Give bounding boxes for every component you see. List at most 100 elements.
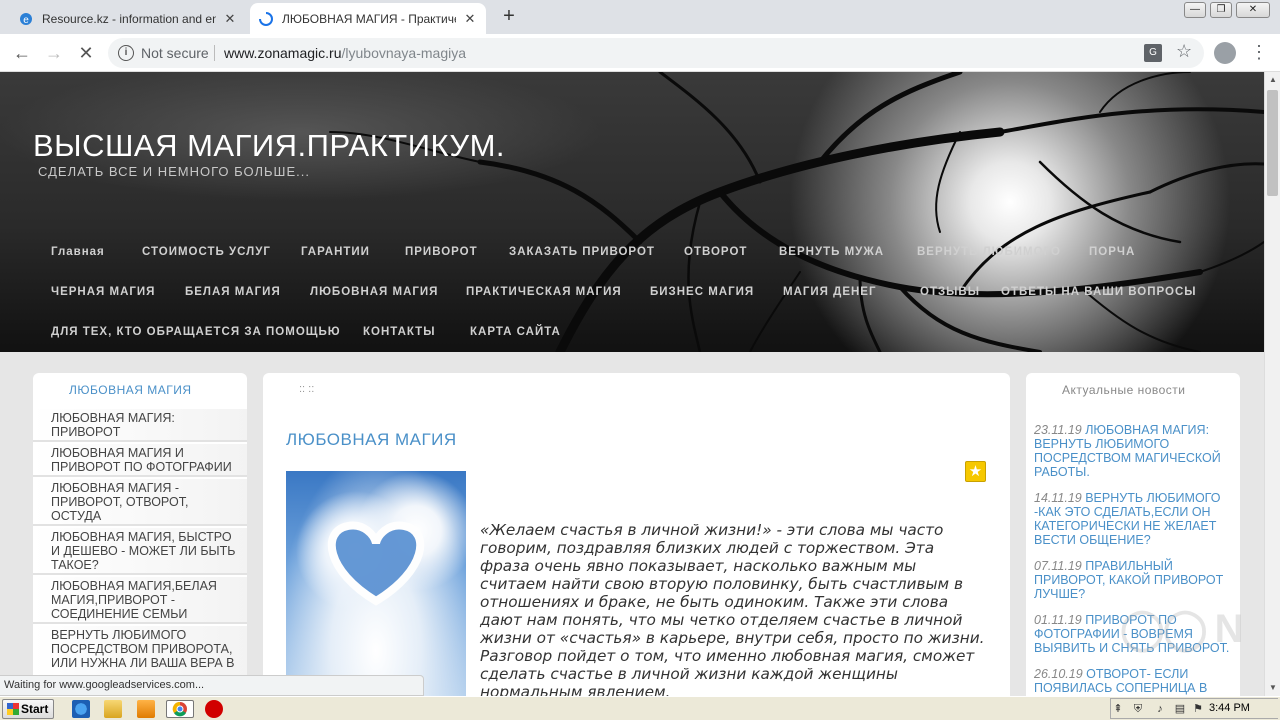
menu-otvorot[interactable]: ОТВОРОТ <box>684 246 747 258</box>
sidebar-link[interactable]: ЛЮБОВНАЯ МАГИЯ - ПРИВОРОТ, ОТВОРОТ, ОСТУ… <box>33 479 247 526</box>
favorite-star-icon[interactable]: ★ <box>965 461 986 482</box>
menu-practical-magic[interactable]: ПРАКТИЧЕСКАЯ МАГИЯ <box>466 286 622 298</box>
url-text[interactable]: www.zonamagic.ru/lyubovnaya-magiya <box>224 45 466 61</box>
news-item[interactable]: 14.11.19 ВЕРНУТЬ ЛЮБИМОГО -КАК ЭТО СДЕЛА… <box>1034 491 1234 547</box>
new-tab-button[interactable]: + <box>498 6 520 28</box>
sidebar-link[interactable]: ЛЮБОВНАЯ МАГИЯ, БЫСТРО И ДЕШЕВО - МОЖЕТ … <box>33 528 247 575</box>
back-arrow-icon[interactable]: ← <box>10 41 34 65</box>
stop-loading-icon[interactable]: ✕ <box>74 41 98 65</box>
watermark-logo: ◯◯ N <box>1120 607 1244 651</box>
volume-icon[interactable]: ♪ <box>1153 702 1167 716</box>
browser-toolbar: ← → ✕ i Not secure www.zonamagic.ru/lyub… <box>0 34 1280 72</box>
menu-sitemap[interactable]: КАРТА САЙТА <box>470 326 561 338</box>
minimize-button[interactable]: — <box>1184 2 1206 18</box>
menu-faq[interactable]: ОТВЕТЫ НА ВАШИ ВОПРОСЫ <box>1001 286 1197 298</box>
menu-porcha[interactable]: ПОРЧА <box>1089 246 1135 258</box>
loading-spinner-icon <box>258 11 274 27</box>
menu-dots-icon[interactable]: ⋮ <box>1250 43 1268 61</box>
breadcrumb: :: :: <box>299 383 315 395</box>
chrome-taskbar-button[interactable] <box>166 700 194 718</box>
news-heading: Актуальные новости <box>1062 383 1186 397</box>
menu-money-magic[interactable]: МАГИЯ ДЕНЕГ <box>783 286 877 298</box>
network-icon[interactable]: ▤ <box>1173 702 1187 716</box>
news-date: 23.11.19 <box>1034 423 1082 437</box>
site-header: ВЫСШАЯ МАГИЯ.ПРАКТИКУМ. СДЕЛАТЬ ВСЕ И НЕ… <box>0 72 1264 352</box>
news-item[interactable]: 07.11.19 ПРАВИЛЬНЫЙ ПРИВОРОТ, КАКОЙ ПРИВ… <box>1034 559 1234 601</box>
menu-order-privorot[interactable]: ЗАКАЗАТЬ ПРИВОРОТ <box>509 246 655 258</box>
menu-home[interactable]: Главная <box>51 246 105 258</box>
menu-business-magic[interactable]: БИЗНЕС МАГИЯ <box>650 286 754 298</box>
tray-shield-icon[interactable]: ⛨ <box>1131 702 1145 716</box>
tab-strip: e Resource.kz - information and entert ✕… <box>0 0 1280 34</box>
left-sidebar: ЛЮБОВНАЯ МАГИЯ ЛЮБОВНАЯ МАГИЯ: ПРИВОРОТ … <box>33 373 247 696</box>
taskbar: Start ⇞ ⛨ ♪ ▤ ⚑ 3:44 PM <box>0 696 1280 720</box>
sidebar-link[interactable]: ЛЮБОВНАЯ МАГИЯ: ПРИВОРОТ <box>33 409 247 442</box>
tray-expand-icon[interactable]: ⇞ <box>1111 702 1125 716</box>
menu-reviews[interactable]: ОТЗЫВЫ <box>920 286 980 298</box>
news-date: 26.10.19 <box>1034 667 1083 681</box>
article-title: ЛЮБОВНАЯ МАГИЯ <box>286 430 457 449</box>
article-body: «Желаем счастья в личной жизни!» - эти с… <box>480 521 985 696</box>
tab-title: ЛЮБОВНАЯ МАГИЯ - Практическая <box>282 11 456 26</box>
security-label: Not secure <box>141 45 209 61</box>
menu-guarantees[interactable]: ГАРАНТИИ <box>301 246 370 258</box>
opera-taskbar-icon[interactable] <box>205 700 223 718</box>
tab-zonamagic[interactable]: ЛЮБОВНАЯ МАГИЯ - Практическая ✕ <box>250 3 486 34</box>
news-date: 01.11.19 <box>1034 613 1082 627</box>
system-clock[interactable]: 3:44 PM <box>1209 702 1250 714</box>
media-player-taskbar-icon[interactable] <box>137 700 155 718</box>
ie-favicon-icon: e <box>18 11 34 27</box>
main-content: :: :: ЛЮБОВНАЯ МАГИЯ ★ «Желаем счастья в… <box>263 373 1010 696</box>
tab-close-icon[interactable]: ✕ <box>222 11 238 27</box>
windows-flag-icon <box>7 703 19 715</box>
status-bubble: Waiting for www.googleadservices.com... <box>0 675 424 696</box>
forward-arrow-icon[interactable]: → <box>42 41 66 65</box>
url-host: www.zonamagic.ru <box>224 45 342 61</box>
info-icon[interactable]: i <box>118 45 134 61</box>
page-scrollbar[interactable]: ▲ ▼ <box>1264 72 1280 696</box>
sidebar-link[interactable]: ЛЮБОВНАЯ МАГИЯ И ПРИВОРОТ ПО ФОТОГРАФИИ <box>33 444 247 477</box>
menu-return-beloved[interactable]: ВЕРНУТЬ ЛЮБИМОГО <box>917 246 1061 258</box>
menu-contacts[interactable]: КОНТАКТЫ <box>363 326 435 338</box>
menu-black-magic[interactable]: ЧЕРНАЯ МАГИЯ <box>51 286 155 298</box>
scrollbar-thumb[interactable] <box>1267 90 1278 196</box>
profile-avatar-icon[interactable] <box>1214 42 1236 64</box>
tab-close-icon[interactable]: ✕ <box>462 11 478 27</box>
system-tray: ⇞ ⛨ ♪ ▤ ⚑ 3:44 PM <box>1110 698 1278 719</box>
menu-love-magic[interactable]: ЛЮБОВНАЯ МАГИЯ <box>310 286 438 298</box>
menu-privorot[interactable]: ПРИВОРОТ <box>405 246 478 258</box>
news-date: 14.11.19 <box>1034 491 1082 505</box>
translate-icon[interactable]: G <box>1144 44 1162 62</box>
tab-resource-kz[interactable]: e Resource.kz - information and entert ✕ <box>10 3 246 34</box>
close-window-button[interactable]: ✕ <box>1236 2 1270 18</box>
heart-cloud-image <box>286 471 466 696</box>
site-title[interactable]: ВЫСШАЯ МАГИЯ.ПРАКТИКУМ. <box>33 128 505 164</box>
maximize-button[interactable]: ❐ <box>1210 2 1232 18</box>
menu-white-magic[interactable]: БЕЛАЯ МАГИЯ <box>185 286 281 298</box>
left-sidebar-heading: ЛЮБОВНАЯ МАГИЯ <box>69 383 192 397</box>
menu-for-clients[interactable]: ДЛЯ ТЕХ, КТО ОБРАЩАЕТСЯ ЗА ПОМОЩЬЮ <box>51 326 341 338</box>
folder-taskbar-icon[interactable] <box>104 700 122 718</box>
news-date: 07.11.19 <box>1034 559 1082 573</box>
start-label: Start <box>21 702 49 716</box>
news-item[interactable]: 23.11.19 ЛЮБОВНАЯ МАГИЯ: ВЕРНУТЬ ЛЮБИМОГ… <box>1034 423 1234 479</box>
menu-return-husband[interactable]: ВЕРНУТЬ МУЖА <box>779 246 884 258</box>
page-viewport: ВЫСШАЯ МАГИЯ.ПРАКТИКУМ. СДЕЛАТЬ ВСЕ И НЕ… <box>0 72 1264 696</box>
menu-prices[interactable]: СТОИМОСТЬ УСЛУГ <box>142 246 271 258</box>
ie-taskbar-icon[interactable] <box>72 700 90 718</box>
bookmark-star-icon[interactable]: ☆ <box>1176 41 1192 62</box>
start-button[interactable]: Start <box>2 699 54 719</box>
scroll-up-arrow-icon[interactable]: ▲ <box>1265 72 1280 88</box>
news-item[interactable]: 26.10.19 ОТВОРОТ- ЕСЛИ ПОЯВИЛАСЬ СОПЕРНИ… <box>1034 667 1234 695</box>
svg-text:e: e <box>23 15 29 26</box>
scroll-down-arrow-icon[interactable]: ▼ <box>1265 680 1280 696</box>
url-path: /lyubovnaya-magiya <box>341 45 467 61</box>
flag-notification-icon[interactable]: ⚑ <box>1191 702 1205 716</box>
omnibox-separator <box>214 45 215 61</box>
address-bar[interactable]: i Not secure www.zonamagic.ru/lyubovnaya… <box>108 38 1204 68</box>
chrome-icon <box>172 701 187 717</box>
site-subtitle: СДЕЛАТЬ ВСЕ И НЕМНОГО БОЛЬШЕ... <box>38 164 310 179</box>
sidebar-link[interactable]: ЛЮБОВНАЯ МАГИЯ,БЕЛАЯ МАГИЯ,ПРИВОРОТ - СО… <box>33 577 247 624</box>
tree-branches-image <box>329 72 1264 352</box>
tab-title: Resource.kz - information and entert <box>42 11 216 26</box>
